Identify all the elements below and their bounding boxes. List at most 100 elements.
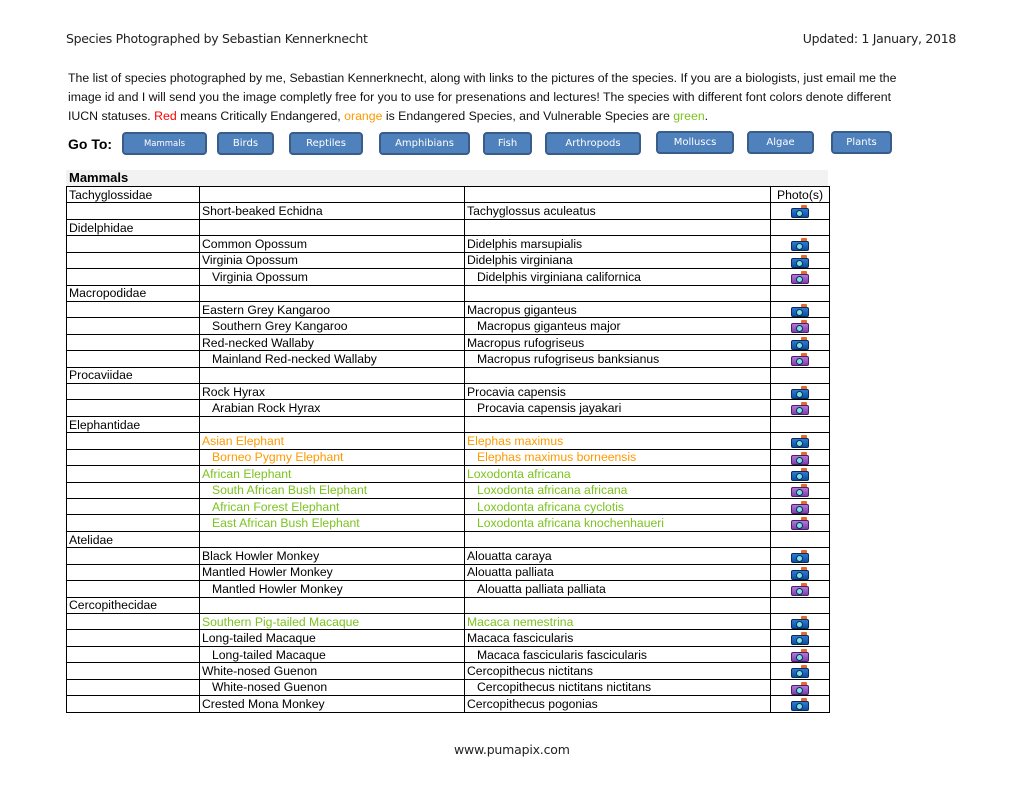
photo-cell bbox=[770, 432, 830, 450]
common-name: Long-tailed Macaque bbox=[202, 631, 316, 646]
scientific-name-cell: Didelphis virginiana bbox=[464, 251, 771, 270]
subspecies-row: African Forest Elephant Loxodonta african… bbox=[66, 498, 830, 516]
family-cell bbox=[66, 448, 200, 467]
section-title: Mammals bbox=[69, 170, 129, 185]
common-name: Southern Grey Kangaroo bbox=[212, 319, 348, 334]
camera-subspecies-icon[interactable] bbox=[791, 270, 809, 284]
family-cell bbox=[66, 662, 200, 680]
common-name: Eastern Grey Kangaroo bbox=[202, 302, 331, 317]
camera-icon[interactable] bbox=[791, 566, 809, 580]
nav-button-reptiles[interactable]: Reptiles bbox=[289, 132, 363, 155]
common-name-cell: Mantled Howler Monkey bbox=[199, 580, 465, 598]
family-cell bbox=[66, 498, 200, 516]
nav-button-fish[interactable]: Fish bbox=[483, 132, 532, 155]
camera-icon[interactable] bbox=[791, 468, 809, 482]
family-cell bbox=[66, 399, 200, 417]
family-row: Macropodidae bbox=[66, 284, 830, 302]
camera-subspecies-icon[interactable] bbox=[791, 582, 809, 596]
subspecies-row: Mantled Howler Monkey Alouatta palliata p… bbox=[66, 580, 830, 598]
family-cell bbox=[66, 629, 200, 647]
legend-green-word: green bbox=[673, 109, 705, 123]
scientific-name-cell: Macropus giganteus bbox=[464, 300, 771, 319]
family-cell bbox=[66, 383, 200, 401]
camera-icon[interactable] bbox=[791, 303, 809, 317]
intro-text: . bbox=[704, 109, 709, 123]
camera-subspecies-icon[interactable] bbox=[791, 320, 809, 334]
nav-button-plants[interactable]: Plants bbox=[831, 131, 892, 154]
scientific-name: Macropus giganteus bbox=[467, 302, 577, 317]
camera-icon[interactable] bbox=[791, 385, 809, 399]
family-cell: Procaviidae bbox=[66, 366, 200, 385]
camera-icon[interactable] bbox=[791, 336, 809, 350]
common-name-cell: Crested Mona Monkey bbox=[199, 695, 465, 713]
common-name-cell: Red-necked Wallaby bbox=[199, 333, 465, 352]
photo-cell bbox=[770, 350, 830, 368]
camera-icon[interactable] bbox=[791, 665, 809, 679]
family-cell bbox=[66, 333, 200, 352]
common-name-cell bbox=[199, 596, 465, 614]
intro-text: is Endangered Species, and Vulnerable Sp… bbox=[382, 109, 674, 123]
scientific-name: Alouatta caraya bbox=[467, 548, 552, 563]
scientific-name: Procavia capensis jayakari bbox=[477, 401, 622, 416]
camera-icon[interactable] bbox=[791, 697, 809, 711]
common-name-cell: Southern Pig-tailed Macaque bbox=[199, 612, 465, 631]
camera-subspecies-icon[interactable] bbox=[791, 681, 809, 695]
common-name: Arabian Rock Hyrax bbox=[212, 401, 321, 416]
camera-subspecies-icon[interactable] bbox=[791, 517, 809, 531]
nav-button-molluscs[interactable]: Molluscs bbox=[656, 131, 734, 154]
scientific-name-cell: Didelphis marsupialis bbox=[464, 235, 771, 253]
subspecies-row: South African Bush Elephant Loxodonta afr… bbox=[66, 481, 830, 500]
common-name-cell: Long-tailed Macaque bbox=[199, 645, 465, 664]
scientific-name-cell: Alouatta caraya bbox=[464, 547, 771, 565]
footer-url[interactable]: www.pumapix.com bbox=[454, 742, 570, 757]
photo-cell bbox=[770, 399, 830, 417]
camera-icon[interactable] bbox=[791, 615, 809, 629]
scientific-name-cell bbox=[464, 415, 771, 434]
camera-subspecies-icon[interactable] bbox=[791, 402, 809, 416]
nav-button-arthropods[interactable]: Arthropods bbox=[545, 132, 641, 155]
camera-icon[interactable] bbox=[791, 435, 809, 449]
scientific-name: Cercopithecus nictitans nictitans bbox=[477, 680, 652, 695]
common-name-cell: Long-tailed Macaque bbox=[199, 629, 465, 647]
scientific-name-cell: Macaca fascicularis fascicularis bbox=[464, 645, 771, 664]
species-row: Rock Hyrax Procavia capensis bbox=[66, 383, 830, 401]
common-name-cell: Common Opossum bbox=[199, 235, 465, 253]
nav-button-amphibians[interactable]: Amphibians bbox=[379, 132, 470, 155]
camera-subspecies-icon[interactable] bbox=[791, 500, 809, 514]
nav-button-mammals[interactable]: Mammals bbox=[122, 132, 207, 155]
nav-button-birds[interactable]: Birds bbox=[217, 132, 274, 155]
common-name-cell bbox=[199, 185, 465, 204]
scientific-name: Macaca fascicularis fascicularis bbox=[477, 647, 648, 662]
camera-subspecies-icon[interactable] bbox=[791, 648, 809, 662]
scientific-name-cell bbox=[464, 218, 771, 237]
scientific-name-cell bbox=[464, 366, 771, 385]
updated-date: Updated: 1 January, 2018 bbox=[802, 31, 957, 46]
species-row: Asian Elephant Elephas maximus bbox=[66, 432, 830, 450]
common-name-cell: African Forest Elephant bbox=[199, 498, 465, 516]
family-cell bbox=[66, 580, 200, 598]
camera-icon[interactable] bbox=[791, 254, 809, 268]
common-name-cell: Borneo Pygmy Elephant bbox=[199, 448, 465, 467]
camera-icon[interactable] bbox=[791, 238, 809, 252]
scientific-name-cell: Didelphis virginiana californica bbox=[464, 268, 771, 286]
camera-subspecies-icon[interactable] bbox=[791, 484, 809, 498]
common-name: South African Bush Elephant bbox=[212, 483, 368, 498]
photo-cell bbox=[770, 251, 830, 270]
scientific-name-cell: Cercopithecus nictitans nictitans bbox=[464, 678, 771, 697]
camera-subspecies-icon[interactable] bbox=[791, 353, 809, 367]
scientific-name: Cercopithecus pogonias bbox=[467, 696, 598, 711]
scientific-name-cell: Elephas maximus bbox=[464, 432, 771, 450]
photo-cell bbox=[770, 662, 830, 680]
species-row: Virginia Opossum Didelphis virginiana bbox=[66, 251, 830, 270]
scientific-name-cell: Cercopithecus nictitans bbox=[464, 662, 771, 680]
camera-icon[interactable] bbox=[791, 550, 809, 564]
camera-icon[interactable] bbox=[791, 632, 809, 646]
section-header-bar bbox=[66, 170, 828, 186]
nav-button-algae[interactable]: Algae bbox=[747, 131, 814, 154]
common-name-cell: Southern Grey Kangaroo bbox=[199, 317, 465, 335]
camera-subspecies-icon[interactable] bbox=[791, 451, 809, 465]
camera-icon[interactable] bbox=[791, 205, 809, 219]
family-cell bbox=[66, 300, 200, 319]
photo-cell bbox=[770, 678, 830, 697]
species-row: Black Howler Monkey Alouatta caraya bbox=[66, 547, 830, 565]
